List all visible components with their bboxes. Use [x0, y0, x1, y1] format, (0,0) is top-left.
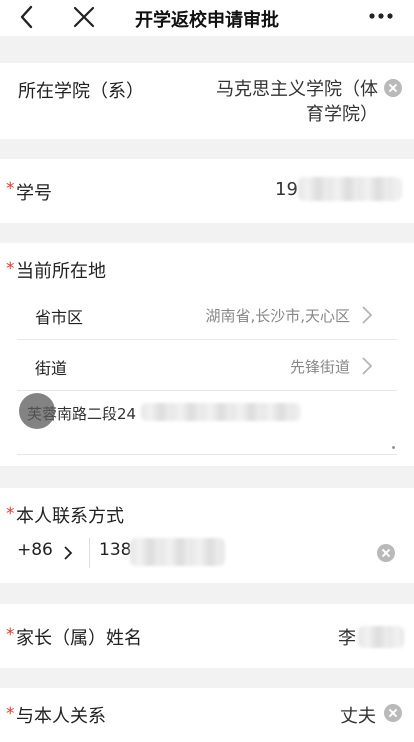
- contact-section: * 本人联系方式 +86 138: [0, 488, 414, 583]
- region-row[interactable]: 省市区 湖南省,长沙市,天心区: [0, 288, 414, 338]
- assistive-touch-icon[interactable]: [19, 393, 55, 429]
- page-title: 开学返校申请审批: [135, 10, 279, 31]
- chevron-right-icon: [360, 355, 374, 377]
- redacted-address: [141, 403, 301, 421]
- college-row[interactable]: 所在学院（系） 马克思主义学院（体 育学院）: [0, 63, 414, 139]
- divider: [89, 538, 90, 568]
- contact-label: 本人联系方式: [16, 506, 124, 527]
- clear-phone-icon[interactable]: [377, 544, 395, 562]
- current-location-section: * 当前所在地 省市区 湖南省,长沙市,天心区 街道 先锋街道 芙蓉南路二段24: [0, 243, 414, 466]
- street-row[interactable]: 街道 先锋街道: [0, 340, 414, 390]
- required-mark: *: [6, 179, 15, 199]
- clear-relationship-icon[interactable]: [384, 704, 402, 722]
- college-value-line2: 育学院）: [306, 104, 378, 125]
- divider: [17, 454, 397, 455]
- parent-name-label: 家长（属）姓名: [16, 628, 142, 649]
- college-value: 马克思主义学院（体 育学院）: [216, 77, 378, 127]
- redacted-student-id: [298, 177, 402, 201]
- back-arrow-icon[interactable]: [14, 2, 42, 32]
- current-location-label: 当前所在地: [16, 261, 106, 282]
- relationship-label: 与本人关系: [16, 706, 106, 727]
- phone-input[interactable]: 138: [99, 540, 131, 560]
- required-mark: *: [6, 259, 15, 279]
- street-value: 先锋街道: [289, 358, 350, 376]
- region-value: 湖南省,长沙市,天心区: [205, 307, 350, 325]
- student-id-value[interactable]: 19: [275, 179, 298, 200]
- student-id-label: 学号: [16, 183, 52, 204]
- top-navbar: 开学返校申请审批: [0, 0, 414, 36]
- redacted-phone: [130, 538, 225, 566]
- close-icon[interactable]: [70, 2, 98, 32]
- address-textarea[interactable]: 芙蓉南路二段24: [17, 391, 397, 453]
- more-options-icon[interactable]: [366, 4, 396, 28]
- clear-college-icon[interactable]: [384, 79, 402, 97]
- student-id-row[interactable]: * 学号 19: [0, 159, 414, 223]
- relationship-value[interactable]: 丈夫: [340, 702, 376, 728]
- resize-handle-icon: [392, 446, 395, 449]
- redacted-parent-name: [358, 626, 404, 648]
- country-code-selector[interactable]: +86: [17, 540, 53, 560]
- required-mark: *: [6, 625, 15, 645]
- chevron-right-icon: [360, 304, 374, 326]
- college-label: 所在学院（系）: [18, 81, 144, 102]
- required-mark: *: [6, 504, 15, 524]
- relationship-row[interactable]: * 与本人关系 丈夫: [0, 688, 414, 742]
- parent-name-value[interactable]: 李: [338, 624, 356, 650]
- street-label: 街道: [35, 359, 68, 378]
- region-label: 省市区: [35, 308, 84, 327]
- required-mark: *: [6, 704, 15, 724]
- parent-name-row[interactable]: * 家长（属）姓名 李: [0, 604, 414, 668]
- chevron-right-icon[interactable]: [62, 543, 74, 563]
- college-value-line1: 马克思主义学院（体: [216, 79, 378, 100]
